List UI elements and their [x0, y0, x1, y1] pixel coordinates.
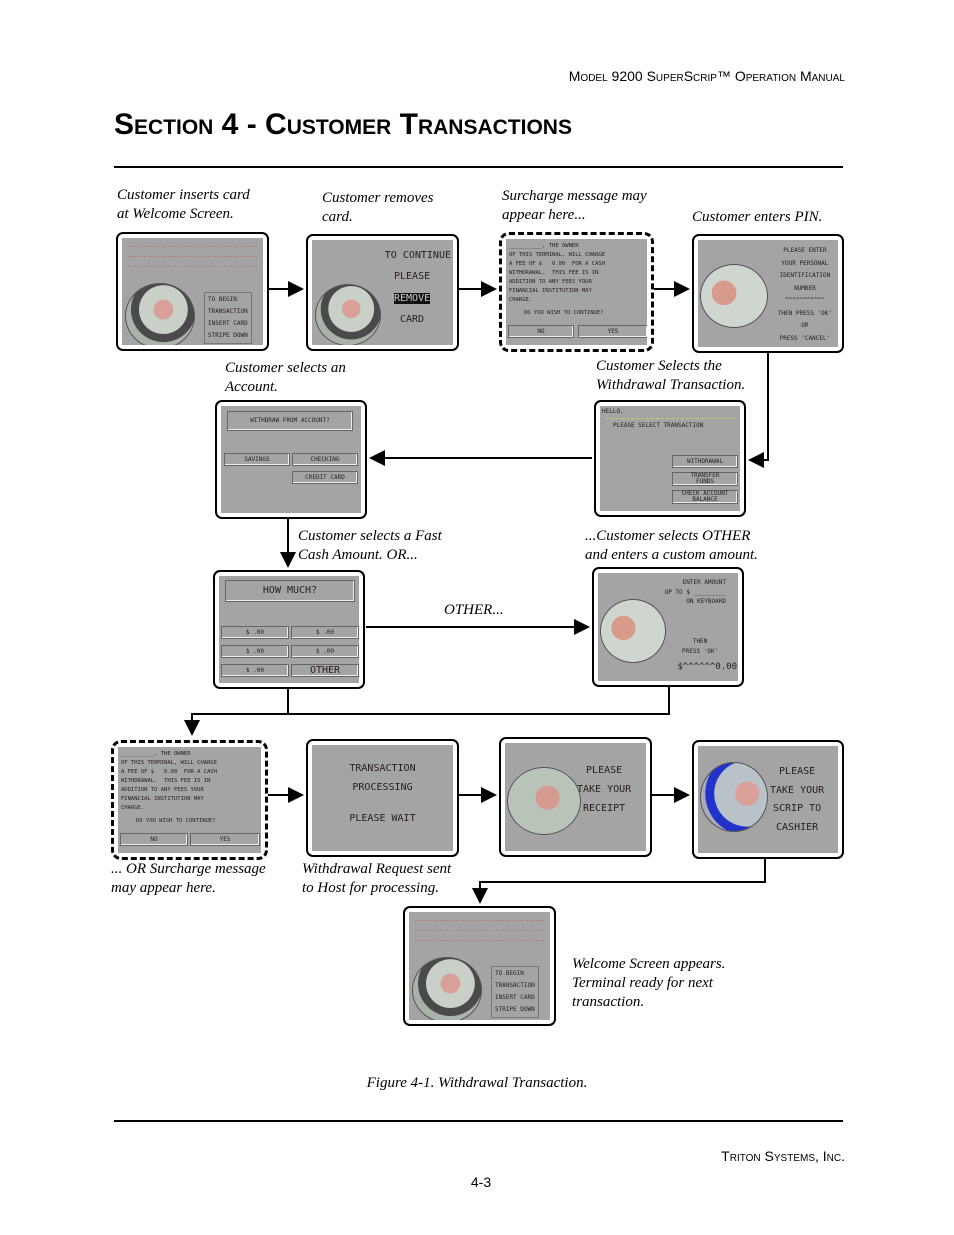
screen-text: CARD	[400, 314, 425, 325]
screen-enter-amount: ENTER AMOUNT UP TO $ _________ ON KEYBOA…	[592, 567, 744, 687]
fast-cash-button[interactable]: $ .00	[221, 626, 289, 639]
surcharge-question: DO YOU WISH TO CONTINUE?	[136, 818, 216, 824]
screen-scrip: PLEASE TAKE YOUR SCRIP TO CASHIER	[692, 740, 844, 859]
caption-welcome-again: Welcome Screen appears. Terminal ready f…	[572, 956, 726, 1010]
screen-text: TO CONTINUE	[384, 250, 451, 261]
screen-text: TRANSACTION	[208, 308, 248, 315]
no-button[interactable]: NO	[508, 325, 574, 338]
screen-remove-card: TO CONTINUE PLEASE REMOVE CARD	[306, 234, 459, 351]
screen-text: STRIPE DOWN	[208, 332, 248, 339]
arrow	[748, 352, 769, 468]
no-button[interactable]: NO	[120, 833, 188, 846]
processing-text: TRANSACTION	[349, 763, 416, 774]
select-prompt: PLEASE SELECT TRANSACTION	[613, 422, 704, 429]
screen-text: TO BEGIN	[495, 970, 524, 977]
card-insert-photo	[412, 957, 482, 1020]
yes-button[interactable]: YES	[190, 833, 260, 846]
screen-text: TO BEGIN	[208, 296, 237, 303]
screen-welcome-return: TO BEGIN TRANSACTION INSERT CARD STRIPE DOW…	[403, 906, 556, 1026]
screen-how-much: HOW MUCH? $ .00 $ .00 $ .00 $ .00 $ .00 …	[213, 570, 365, 689]
screen-text: TRANSACTION	[495, 982, 535, 989]
receipt-photo	[507, 767, 581, 835]
keypad-photo	[600, 599, 666, 663]
credit-card-button[interactable]: CREDIT CARD	[292, 471, 358, 484]
figure-caption: Figure 4-1. Withdrawal Transaction.	[366, 1075, 588, 1091]
other-button[interactable]: OTHER	[291, 664, 359, 677]
screen-processing: TRANSACTION PROCESSING PLEASE WAIT	[306, 739, 459, 857]
caption-surcharge: Surcharge message may appear here...	[502, 188, 647, 223]
savings-button[interactable]: SAVINGS	[224, 453, 290, 466]
yes-button[interactable]: YES	[578, 325, 647, 338]
arrow	[184, 686, 670, 736]
scrip-text: PLEASE TAKE YOUR SCRIP TO CASHIER	[770, 766, 825, 833]
caption-other: ...Customer selects OTHER and enters a c…	[585, 528, 758, 563]
screen-surcharge-alt: __________, THE OWNER OF THIS TERMINAL, …	[111, 740, 268, 860]
bottom-rule	[114, 1120, 843, 1122]
caption-pin: Customer enters PIN.	[692, 209, 823, 225]
fast-cash-button[interactable]: $ .00	[291, 626, 359, 639]
arrow	[472, 858, 766, 904]
page: Model 9200 SuperScrip™ Operation Manual …	[0, 0, 954, 1235]
caption-remove-card: Customer removes card.	[322, 190, 434, 225]
receipt-text: PLEASE TAKE YOUR RECEIPT	[577, 765, 632, 814]
caption-insert-card: Customer inserts card at Welcome Screen.	[117, 187, 250, 222]
fast-cash-button[interactable]: $ .00	[221, 664, 289, 677]
scrip-photo	[700, 762, 768, 832]
screen-welcome: TO BEGIN TRANSACTION INSERT CARD STRIPE DOW…	[116, 232, 269, 351]
screen-text-highlight: REMOVE	[394, 293, 431, 304]
account-prompt: WITHDRAW FROM ACCOUNT?	[227, 411, 353, 431]
surcharge-text: __________, THE OWNER OF THIS TERMINAL, …	[509, 243, 606, 303]
caption-fast-cash: Customer selects a Fast Cash Amount. OR.…	[298, 528, 442, 563]
card-insert-photo	[125, 283, 195, 345]
surcharge-question: DO YOU WISH TO CONTINUE?	[524, 310, 604, 316]
label-other: OTHER...	[444, 602, 504, 618]
screen-text: INSERT CARD	[208, 320, 248, 327]
page-number: 4-3	[470, 1174, 492, 1190]
keypad-photo	[700, 264, 768, 328]
how-much-title: HOW MUCH?	[225, 580, 355, 602]
check-balance-button[interactable]: CHECK ACCOUNT BALANCE	[672, 490, 738, 504]
press-ok-text: THEN PRESS 'OK'	[682, 638, 719, 655]
enter-amount-text: ENTER AMOUNT UP TO $ _________ ON KEYBOA…	[664, 579, 726, 605]
screen-receipt: PLEASE TAKE YOUR RECEIPT	[499, 737, 652, 857]
screen-text: STRIPE DOWN	[495, 1006, 535, 1013]
screen-account: WITHDRAW FROM ACCOUNT? SAVINGS CHECKING …	[215, 400, 367, 519]
transfer-funds-button[interactable]: TRANSFER FUNDS	[672, 472, 738, 486]
caption-host: Withdrawal Request sent to Host for proc…	[302, 861, 452, 896]
caption-surcharge-alt: ... OR Surcharge message may appear here…	[111, 861, 266, 896]
caption-withdrawal: Customer Selects the Withdrawal Transact…	[596, 358, 746, 393]
surcharge-text: __________, THE OWNER OF THIS TERMINAL, …	[121, 751, 218, 811]
screen-select-transaction: HELLO. PLEASE SELECT TRANSACTION WITHDRA…	[594, 400, 746, 517]
checking-button[interactable]: CHECKING	[292, 453, 358, 466]
card-remove-photo	[315, 284, 381, 345]
fast-cash-button[interactable]: $ .00	[291, 645, 359, 658]
hello-text: HELLO.	[602, 408, 624, 415]
screen-text: INSERT CARD	[495, 994, 535, 1001]
pin-text: PLEASE ENTER YOUR PERSONAL IDENTIFICATIO…	[777, 247, 832, 342]
please-wait-text: PLEASE WAIT	[349, 813, 416, 824]
screen-surcharge: __________, THE OWNER OF THIS TERMINAL, …	[499, 232, 654, 352]
fast-cash-button[interactable]: $ .00	[221, 645, 289, 658]
withdrawal-button[interactable]: WITHDRAWAL	[672, 455, 738, 468]
amount-value: $^^^^^^0.00	[677, 662, 737, 672]
screen-text: PLEASE	[394, 271, 431, 282]
footer-company: Triton Systems, Inc.	[721, 1148, 845, 1164]
processing-text: PROCESSING	[352, 782, 413, 793]
caption-account: Customer selects an Account.	[225, 360, 346, 395]
screen-pin: PLEASE ENTER YOUR PERSONAL IDENTIFICATIO…	[692, 234, 844, 353]
